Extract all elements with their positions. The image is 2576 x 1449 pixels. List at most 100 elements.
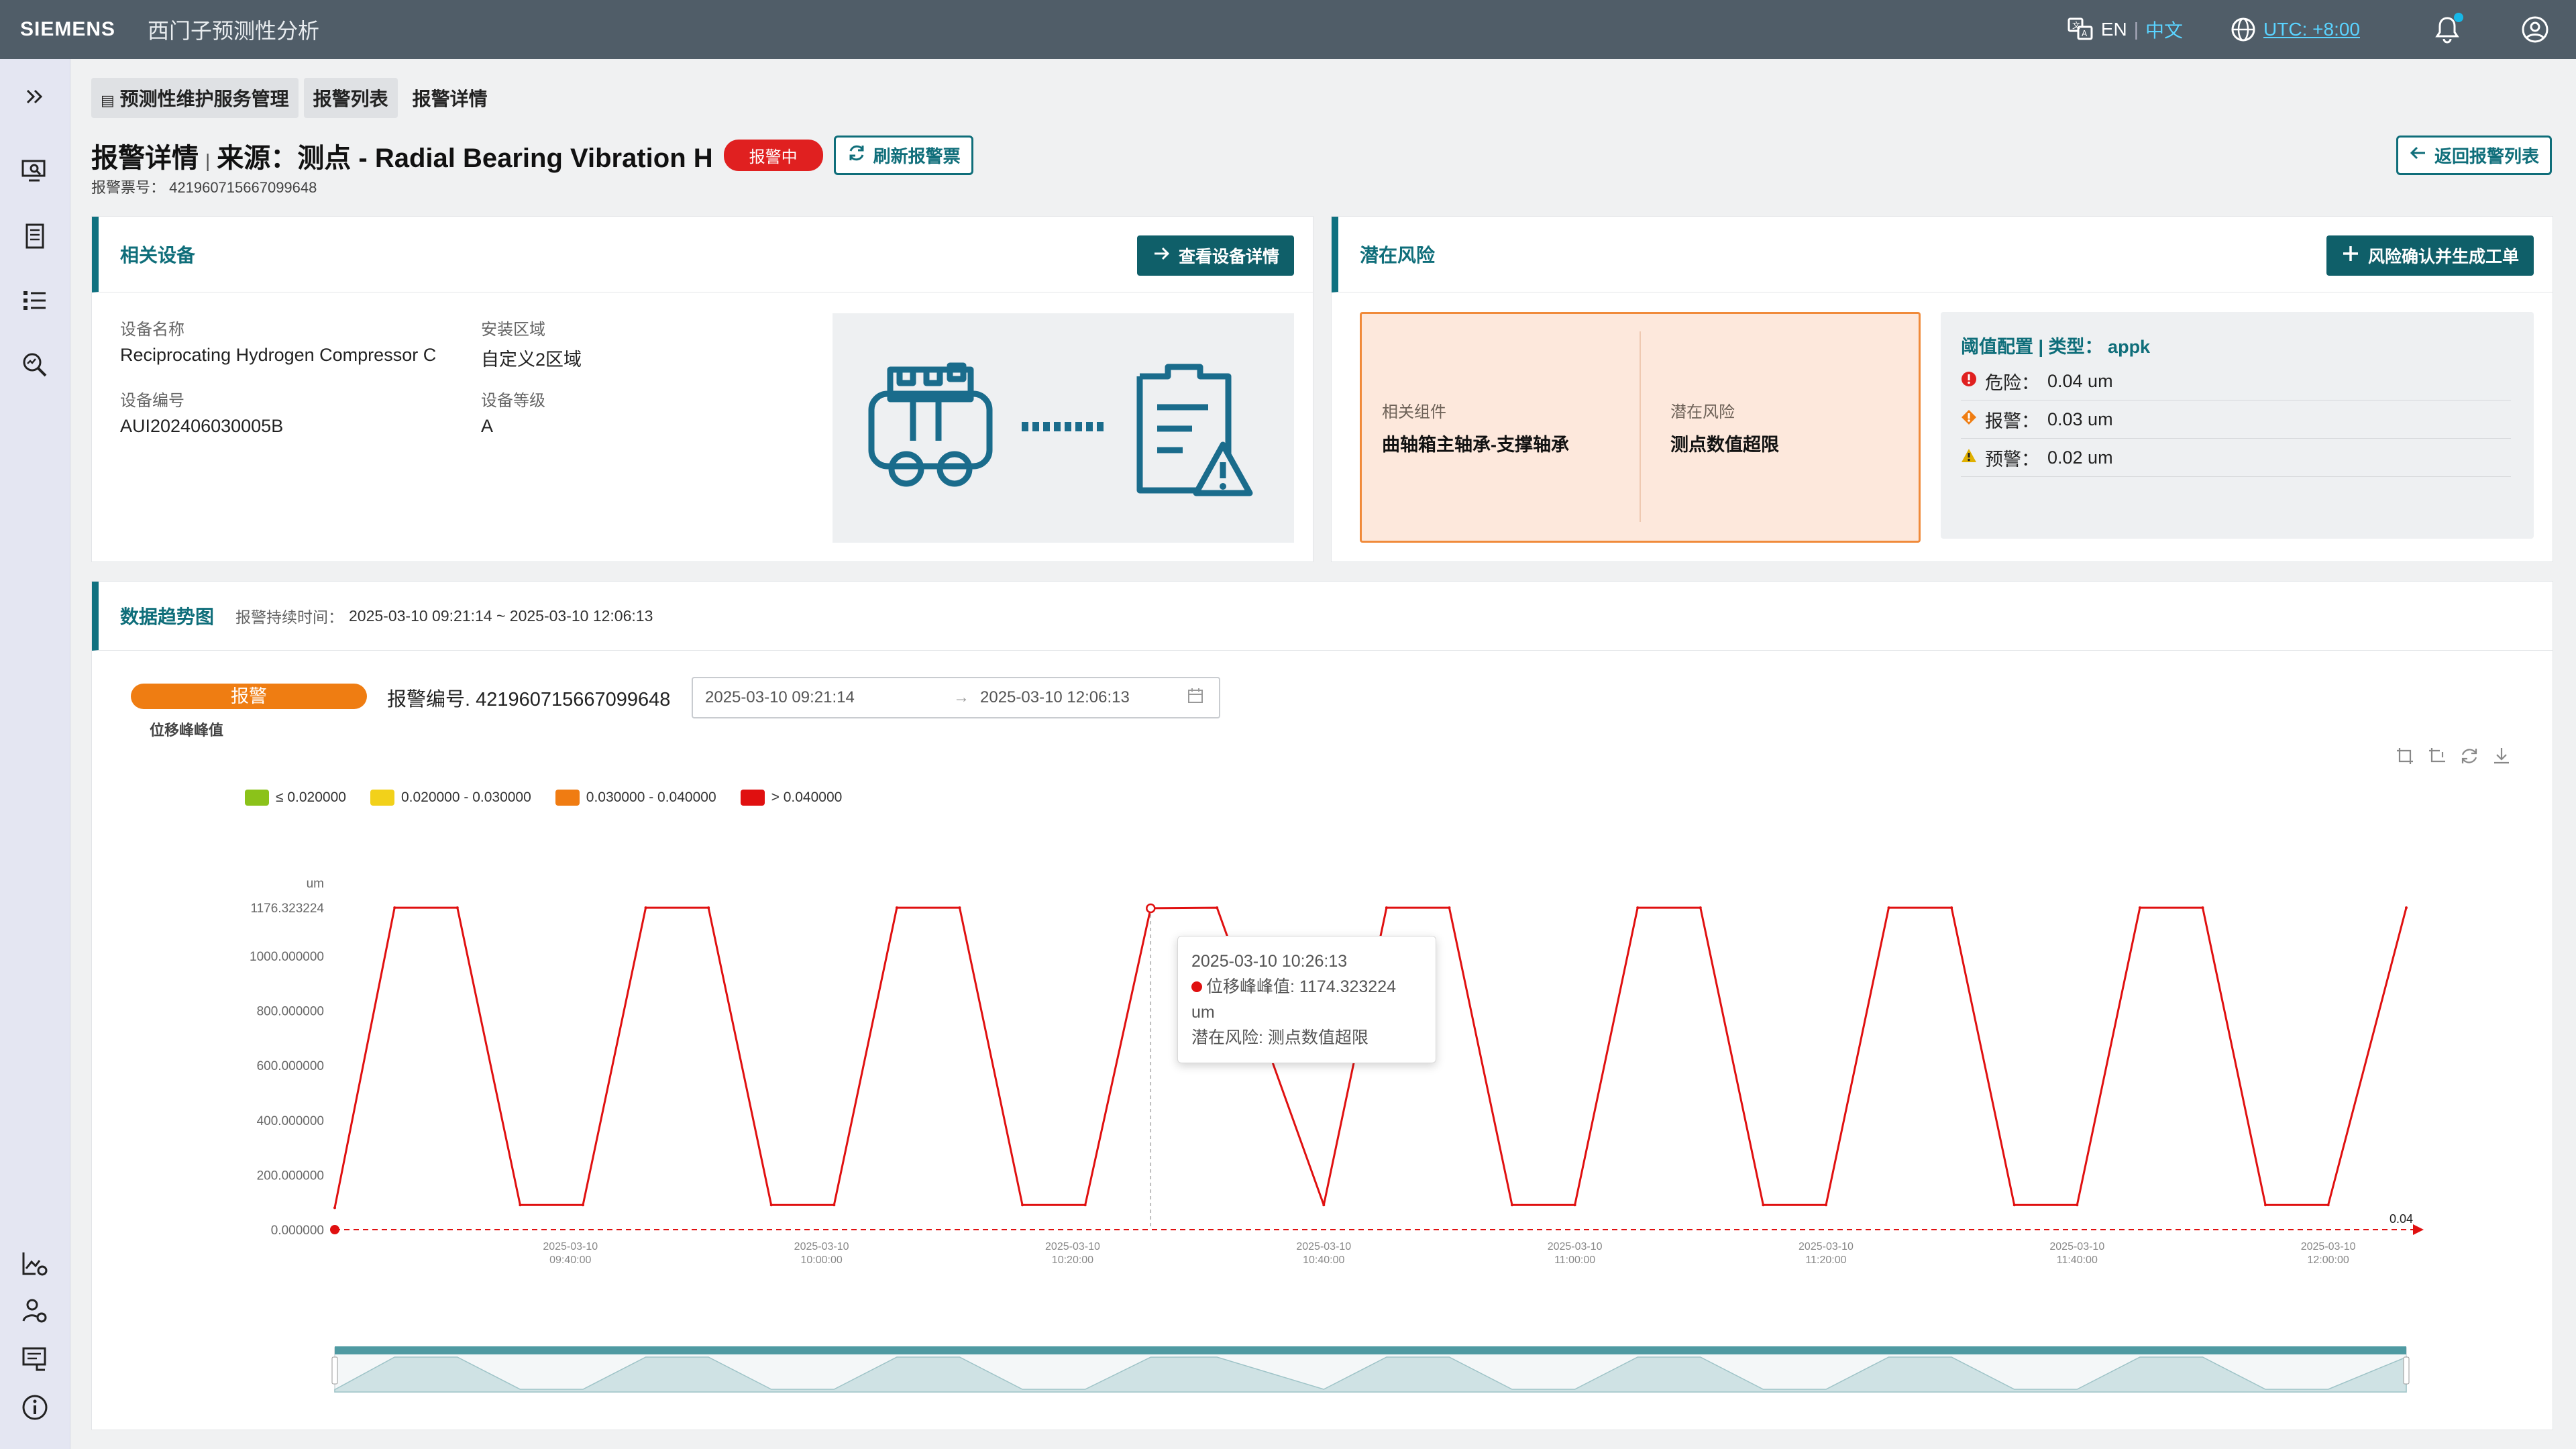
bell-icon[interactable] — [2434, 13, 2463, 44]
y-tick-label: 200.000000 — [257, 1169, 324, 1183]
device-grade-field: 设备等级 A — [481, 392, 545, 436]
series-point — [1950, 906, 1953, 910]
series-point — [2138, 906, 2141, 910]
plus-icon — [2341, 244, 2360, 268]
refresh-icon — [847, 143, 867, 168]
risk-type: 潜在风险 测点数值超限 — [1670, 403, 1779, 455]
threshold-start-point — [330, 1225, 339, 1234]
series-point — [769, 1203, 773, 1207]
threshold-alarm: 报警： 0.03 um — [1961, 400, 2511, 439]
timezone-selector[interactable]: UTC: +8:00 — [2230, 16, 2360, 43]
siemens-logo: SIEMENS — [20, 18, 116, 40]
translate-icon: 文A — [2068, 17, 2094, 42]
x-tick-label-time: 11:00:00 — [1554, 1254, 1595, 1266]
breadcrumb-item-service[interactable]: ▤ 预测性维护服务管理 — [91, 78, 299, 118]
x-tick-label-time: 12:00:00 — [2308, 1254, 2349, 1266]
lang-zh[interactable]: 中文 — [2145, 16, 2183, 43]
install-area-field: 安装区域 自定义2区域 — [481, 321, 582, 370]
data-zoom-handle-left — [331, 1356, 338, 1385]
series-point — [1699, 906, 1702, 910]
document-list-icon[interactable] — [17, 219, 52, 254]
series-point — [2201, 906, 2204, 910]
x-tick-label-time: 10:00:00 — [800, 1254, 842, 1266]
ticket-number: 报警票号： 421960715667099648 — [91, 179, 317, 196]
x-tick-label-time: 11:20:00 — [1805, 1254, 1846, 1266]
threshold-arrow — [2413, 1224, 2424, 1235]
alarm-diamond-icon — [1961, 409, 1977, 430]
series-point — [1385, 906, 1388, 910]
x-tick-label-time: 10:40:00 — [1303, 1254, 1344, 1266]
confirm-risk-create-workorder-button[interactable]: 风险确认并生成工单 — [2326, 235, 2534, 276]
related-device-card: 相关设备 查看设备详情 设备名称 Reciprocating Hydrogen … — [91, 216, 1313, 562]
breadcrumb-item-alarm-list[interactable]: 报警列表 — [303, 78, 398, 118]
y-tick-label: 0.000000 — [271, 1224, 324, 1238]
x-tick-label-date: 2025-03-10 — [1799, 1241, 1854, 1252]
device-name-field: 设备名称 Reciprocating Hydrogen Compressor C — [120, 321, 437, 365]
x-tick-label-date: 2025-03-10 — [2049, 1241, 2104, 1252]
series-point — [958, 906, 961, 910]
svg-text:文: 文 — [2072, 20, 2080, 30]
y-tick-label: 1000.000000 — [250, 950, 324, 964]
series-point — [1573, 1203, 1576, 1207]
sidebar — [0, 59, 70, 1449]
breadcrumb: ▤ 预测性维护服务管理 报警列表 报警详情 — [91, 78, 497, 118]
arrow-right-icon — [1152, 246, 1171, 266]
language-switcher[interactable]: 文A EN | 中文 — [2068, 16, 2183, 43]
expand-sidebar-icon[interactable] — [17, 79, 52, 114]
refresh-ticket-button[interactable]: 刷新报警票 — [833, 136, 973, 175]
monitor-search-icon[interactable] — [17, 154, 52, 189]
data-zoom-handle-right — [2403, 1356, 2410, 1385]
series-point — [1762, 1203, 1765, 1207]
x-tick-label-time: 09:40:00 — [549, 1254, 591, 1266]
data-trend-card: 数据趋势图 报警持续时间： 2025-03-10 09:21:14 ~ 2025… — [91, 581, 2553, 1430]
info-icon[interactable] — [17, 1390, 52, 1425]
series-point — [393, 906, 396, 910]
notification-dot — [2454, 13, 2463, 22]
y-axis-unit: um — [307, 877, 324, 891]
series-point — [2012, 1203, 2016, 1207]
document-icon: ▤ — [101, 92, 115, 109]
x-tick-label-time: 10:20:00 — [1052, 1254, 1093, 1266]
user-account-icon[interactable] — [2521, 15, 2549, 44]
series-point — [333, 1206, 336, 1210]
series-point — [519, 1203, 522, 1207]
chart-settings-icon[interactable] — [17, 1246, 52, 1281]
report-icon[interactable] — [17, 1342, 52, 1377]
user-settings-icon[interactable] — [17, 1293, 52, 1328]
back-to-alarm-list-button[interactable]: 返回报警列表 — [2396, 136, 2552, 175]
series-point — [1021, 1203, 1024, 1207]
x-tick-label-date: 2025-03-10 — [1296, 1241, 1351, 1252]
data-zoom-bar — [335, 1346, 2406, 1354]
breadcrumb-item-current: 报警详情 — [412, 89, 488, 109]
globe-icon — [2230, 16, 2257, 43]
highlight-point — [1146, 903, 1156, 914]
arrow-left-icon — [2409, 145, 2428, 166]
x-tick-label-date: 2025-03-10 — [794, 1241, 849, 1252]
series-point — [1887, 906, 1890, 910]
series-point — [1216, 906, 1219, 910]
series-point — [1448, 906, 1451, 910]
lang-en[interactable]: EN — [2101, 19, 2127, 40]
tooltip-time: 2025-03-10 10:26:13 — [1191, 952, 1348, 971]
alert-document-icon — [1136, 364, 1253, 496]
x-tick-label-date: 2025-03-10 — [2301, 1241, 2356, 1252]
threshold-warning: 预警： 0.02 um — [1961, 439, 2511, 477]
series-point — [1511, 1203, 1514, 1207]
status-badge: 报警中 — [723, 140, 823, 171]
series-point — [1322, 1203, 1326, 1207]
timezone-link[interactable]: UTC: +8:00 — [2263, 19, 2360, 40]
lang-separator: | — [2133, 19, 2139, 40]
analysis-search-icon[interactable] — [17, 347, 52, 382]
danger-icon — [1961, 371, 1977, 392]
x-tick-label-date: 2025-03-10 — [1548, 1241, 1603, 1252]
series-point — [581, 1203, 584, 1207]
task-list-icon[interactable] — [17, 283, 52, 318]
tooltip-value: 位移峰峰值: 1174.323224 um — [1191, 977, 1397, 1022]
threshold-config-box: 阈值配置 | 类型： appk 危险： 0.04 um 报警： 0.03 um 预警… — [1941, 312, 2534, 539]
series-point — [644, 906, 647, 910]
view-device-details-button[interactable]: 查看设备详情 — [1136, 235, 1294, 276]
header: 报警详情 | 来源：测点 - Radial Bearing Vibration H … — [91, 136, 973, 175]
device-illustration — [833, 313, 1294, 543]
potential-risk-title: 潜在风险 — [1360, 245, 1436, 266]
series-point — [1636, 906, 1640, 910]
